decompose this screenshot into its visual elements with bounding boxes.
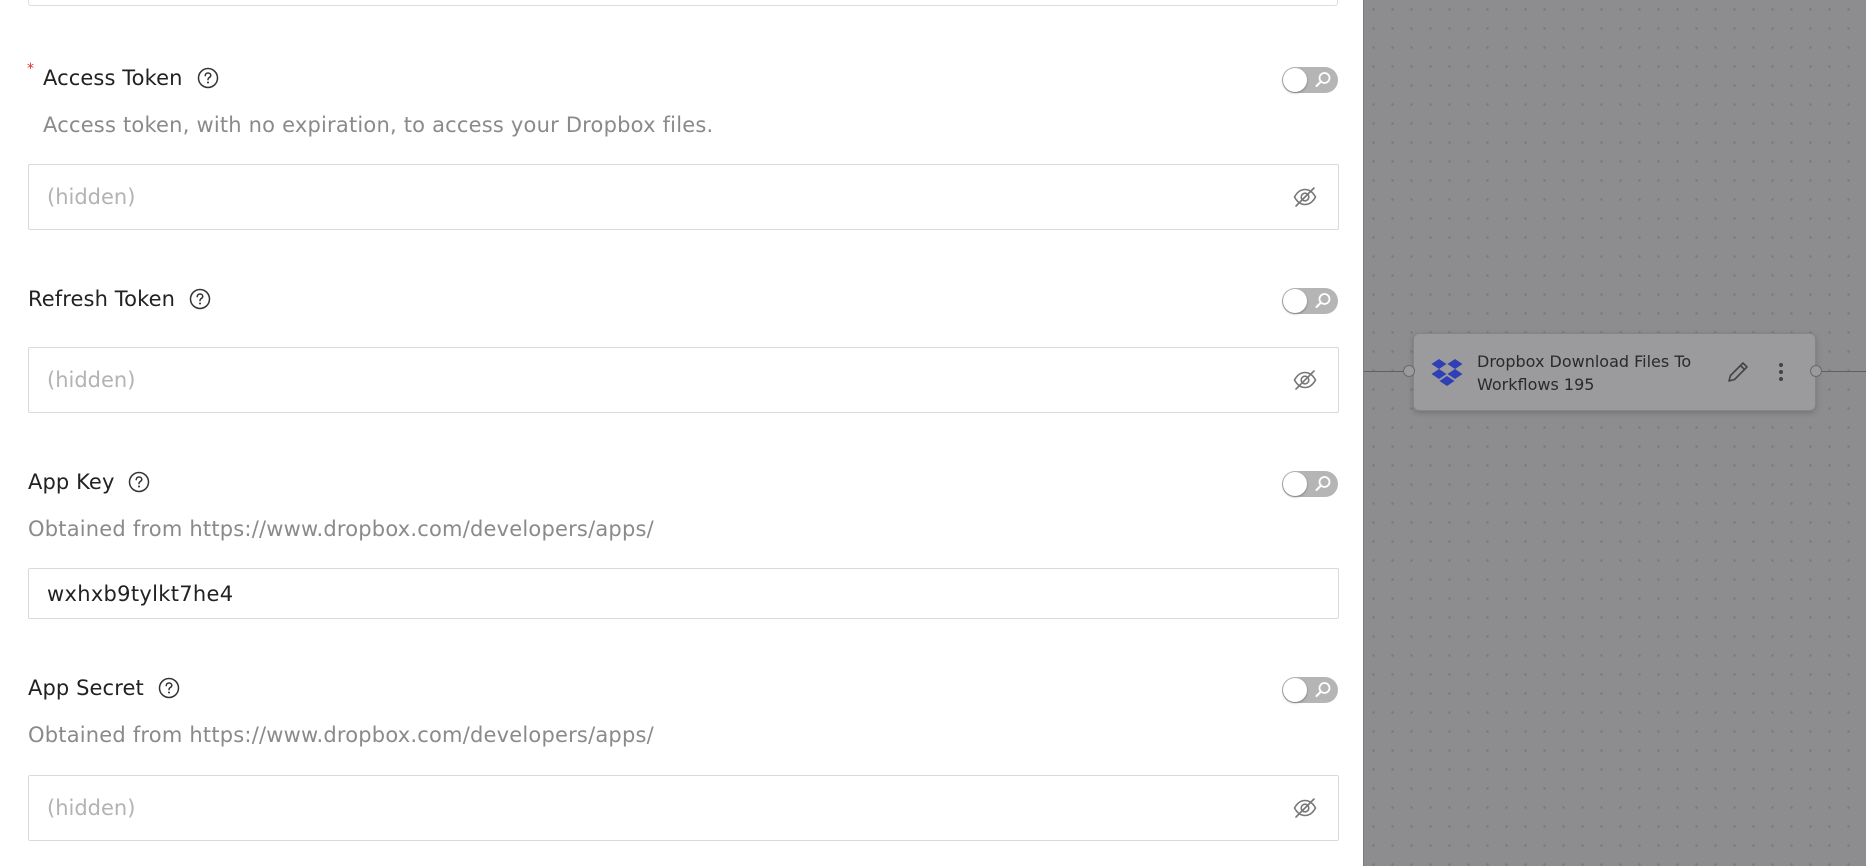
- magnifier-icon: [1314, 71, 1332, 89]
- refresh-token-placeholder: (hidden): [47, 368, 136, 392]
- eye-off-icon[interactable]: [1292, 795, 1318, 821]
- question-circle-icon[interactable]: [128, 471, 150, 493]
- app-secret-label-row: App Secret: [28, 673, 180, 703]
- app-key-input[interactable]: wxhxb9tylkt7he4: [28, 568, 1339, 619]
- app-secret-toggle[interactable]: [1282, 677, 1338, 703]
- eye-off-icon[interactable]: [1292, 367, 1318, 393]
- access-token-placeholder: (hidden): [47, 185, 136, 209]
- access-token-toggle[interactable]: [1282, 67, 1338, 93]
- eye-off-icon[interactable]: [1292, 184, 1318, 210]
- refresh-token-label-row: Refresh Token: [28, 284, 211, 314]
- magnifier-icon: [1314, 475, 1332, 493]
- toggle-knob: [1283, 678, 1307, 702]
- access-token-label-row: * Access Token: [27, 61, 219, 93]
- workflow-canvas[interactable]: [1363, 0, 1866, 866]
- app-root: * Access Token Access token, with no exp…: [0, 0, 1866, 866]
- magnifier-icon: [1314, 681, 1332, 699]
- app-key-label: App Key: [28, 470, 115, 494]
- access-token-label: Access Token: [43, 66, 183, 90]
- node-config-panel: * Access Token Access token, with no exp…: [0, 0, 1363, 866]
- app-secret-label: App Secret: [28, 676, 144, 700]
- app-key-toggle[interactable]: [1282, 471, 1338, 497]
- app-key-value: wxhxb9tylkt7he4: [47, 581, 234, 606]
- previous-field-input[interactable]: [28, 0, 1338, 6]
- app-key-label-row: App Key: [28, 467, 150, 497]
- question-circle-icon[interactable]: [189, 288, 211, 310]
- toggle-knob: [1283, 68, 1307, 92]
- dropbox-icon: [1431, 358, 1463, 388]
- workflow-node[interactable]: Dropbox Download Files To Workflows 195: [1413, 333, 1816, 411]
- node-input-port[interactable]: [1403, 365, 1415, 377]
- question-circle-icon[interactable]: [197, 67, 219, 89]
- refresh-token-input[interactable]: (hidden): [28, 347, 1339, 413]
- access-token-description: Access token, with no expiration, to acc…: [43, 113, 714, 137]
- toggle-knob: [1283, 472, 1307, 496]
- required-mark: *: [27, 61, 34, 77]
- refresh-token-label: Refresh Token: [28, 287, 176, 311]
- toggle-knob: [1283, 289, 1307, 313]
- app-secret-placeholder: (hidden): [47, 796, 136, 820]
- pencil-icon[interactable]: [1724, 358, 1752, 386]
- magnifier-icon: [1314, 292, 1332, 310]
- app-secret-description: Obtained from https://www.dropbox.com/de…: [28, 723, 654, 747]
- question-circle-icon[interactable]: [158, 677, 180, 699]
- app-key-description: Obtained from https://www.dropbox.com/de…: [28, 517, 654, 541]
- more-vertical-icon[interactable]: [1774, 358, 1788, 386]
- app-secret-input[interactable]: (hidden): [28, 775, 1339, 841]
- node-title: Dropbox Download Files To Workflows 195: [1477, 352, 1692, 394]
- outgoing-edge: [1822, 371, 1866, 372]
- node-output-port[interactable]: [1810, 365, 1822, 377]
- access-token-input[interactable]: (hidden): [28, 164, 1339, 230]
- refresh-token-toggle[interactable]: [1282, 288, 1338, 314]
